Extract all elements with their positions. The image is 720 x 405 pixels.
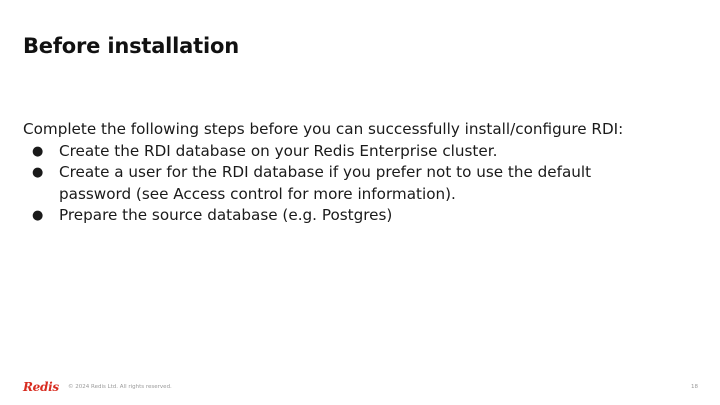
step-text-continued: password (see Access control for more in…	[59, 184, 456, 203]
step-text: Create the RDI database on your Redis En…	[59, 141, 498, 160]
list-item: ● Create the RDI database on your Redis …	[23, 141, 703, 163]
list-item: ● Prepare the source database (e.g. Post…	[23, 205, 703, 227]
slide-title: Before installation	[23, 34, 239, 58]
step-text: Create a user for the RDI database if yo…	[59, 163, 592, 181]
copyright-text: © 2024 Redis Ltd. All rights reserved.	[68, 384, 172, 390]
bullet-icon: ●	[32, 165, 44, 180]
bullet-icon: ●	[32, 143, 44, 159]
page-number: 18	[691, 384, 698, 390]
slide-body: Complete the following steps before you …	[23, 119, 703, 227]
list-item: ● Create a user for the RDI database if …	[23, 162, 703, 205]
step-text: Prepare the source database (e.g. Postgr…	[59, 206, 393, 224]
redis-logo: Redis	[23, 380, 59, 394]
slide: Before installation Complete the followi…	[0, 0, 720, 405]
slide-footer: Redis © 2024 Redis Ltd. All rights reser…	[0, 375, 720, 405]
intro-text: Complete the following steps before you …	[23, 120, 624, 138]
bullet-icon: ●	[32, 208, 44, 223]
steps-list: ● Create the RDI database on your Redis …	[23, 141, 703, 227]
